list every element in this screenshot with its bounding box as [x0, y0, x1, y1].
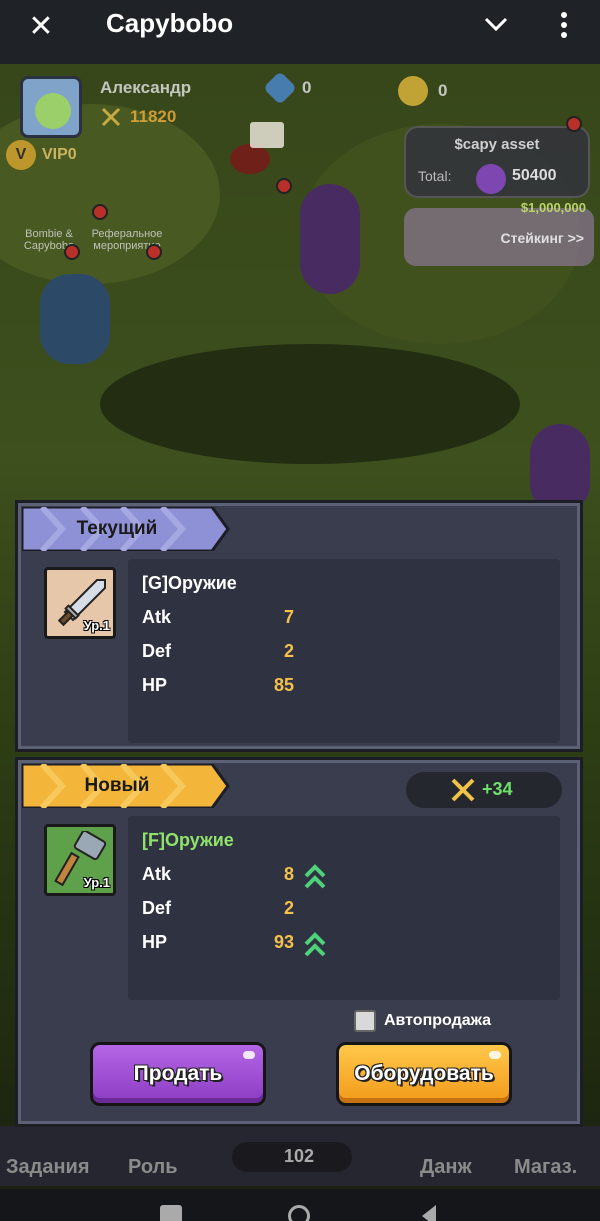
bottom-nav: Задания Роль 102 Данж Магаз.	[0, 1126, 600, 1186]
coin-icon	[398, 76, 428, 106]
stat-key: HP	[142, 932, 168, 952]
chevron-down-icon[interactable]	[480, 8, 512, 40]
staking-button[interactable]: $1,000,000 Стейкинг >>	[404, 200, 594, 266]
stat-key: Atk	[142, 607, 172, 627]
stat-row-atk: Atk 7	[142, 607, 342, 637]
stat-row-atk: Atk 8	[142, 864, 342, 894]
stat-key: Def	[142, 898, 172, 918]
stat-increase-icon	[304, 864, 326, 889]
notification-dot	[566, 116, 582, 132]
auto-sell-label: Автопродажа	[384, 1012, 492, 1029]
asset-title: $capy asset	[454, 136, 540, 153]
gem-icon	[263, 71, 297, 105]
notification-dot	[146, 244, 162, 260]
system-nav-bar	[0, 1189, 600, 1221]
stat-key: HP	[142, 675, 168, 695]
nav-shop[interactable]: Магаз.	[514, 1156, 577, 1179]
current-item-icon[interactable]: Ур.1	[44, 567, 116, 639]
carrot-counter: 102	[232, 1142, 352, 1172]
power-value: 11820	[130, 107, 177, 126]
equip-button-label: Оборудовать	[354, 1062, 494, 1085]
vip-icon: V	[6, 140, 36, 170]
stat-increase-icon	[304, 932, 326, 957]
staking-label: Стейкинг >>	[500, 230, 584, 246]
crossed-swords-icon	[451, 778, 475, 802]
nav-tasks[interactable]: Задания	[6, 1156, 90, 1179]
auto-sell-toggle[interactable]: Автопродажа	[354, 1010, 491, 1032]
stat-value: 2	[283, 898, 294, 918]
notification-dot	[276, 178, 292, 194]
new-item-panel: Новый +34 Ур.1 [F]Оружие Atk 8 Def 2 HP …	[15, 757, 583, 1127]
stat-row-hp: HP 93	[142, 932, 342, 962]
stat-value: 2	[283, 641, 294, 661]
app-bar: ✕ Capybobo	[0, 0, 600, 64]
asset-total-value: 50400	[512, 167, 557, 184]
more-vertical-icon[interactable]	[552, 8, 576, 42]
new-item-name: [F]Оружие	[142, 830, 234, 850]
mail-icon[interactable]	[250, 122, 284, 148]
crossed-swords-icon	[101, 107, 121, 127]
current-ribbon: Текущий	[22, 507, 236, 551]
coin-value: 0	[438, 81, 448, 100]
stat-row-hp: HP 85	[142, 675, 342, 705]
carrot-value: 102	[284, 1146, 315, 1166]
sell-button-label: Продать	[133, 1062, 223, 1085]
current-item-panel: Текущий Ур.1 [G]Оружие Atk 7 Def 2 HP 85	[15, 500, 583, 752]
stat-value: 7	[283, 607, 294, 627]
equip-button[interactable]: Оборудовать	[336, 1042, 512, 1106]
nav-role[interactable]: Роль	[128, 1156, 178, 1179]
power-display: 11820	[100, 106, 176, 128]
staking-amount: $1,000,000	[520, 200, 586, 215]
current-item-name: [G]Оружие	[142, 573, 237, 593]
stat-row-def: Def 2	[142, 898, 342, 928]
vip-badge[interactable]: V VIP0	[6, 140, 77, 170]
player-avatar[interactable]	[20, 76, 82, 138]
stat-value: 85	[273, 675, 294, 695]
new-ribbon: Новый	[22, 764, 236, 808]
notification-dot	[64, 244, 80, 260]
stat-value: 93	[273, 932, 294, 952]
current-label: Текущий	[76, 518, 158, 539]
nav-dungeon[interactable]: Данж	[420, 1156, 472, 1179]
stat-key: Def	[142, 641, 172, 661]
stat-key: Atk	[142, 864, 172, 884]
player-name: Александр	[100, 78, 192, 97]
sell-button[interactable]: Продать	[90, 1042, 266, 1106]
gem-value: 0	[302, 78, 312, 97]
power-delta-badge: +34	[406, 772, 562, 808]
recent-apps-icon[interactable]	[160, 1205, 182, 1221]
stat-row-def: Def 2	[142, 641, 342, 671]
capy-asset-card[interactable]: $capy asset Total: 50400	[404, 126, 590, 198]
stat-value: 8	[283, 864, 294, 884]
close-icon[interactable]: ✕	[24, 10, 58, 44]
coin-counter[interactable]: 0	[398, 76, 447, 106]
new-item-icon[interactable]: Ур.1	[44, 824, 116, 896]
capy-coin-icon	[476, 164, 506, 194]
gem-counter[interactable]: 0	[263, 71, 312, 105]
vip-label: VIP0	[42, 146, 77, 163]
power-delta-value: +34	[482, 779, 513, 799]
back-icon[interactable]	[422, 1205, 436, 1221]
app-title: Capybobo	[106, 8, 234, 38]
home-icon[interactable]	[288, 1205, 310, 1221]
notification-dot	[92, 204, 108, 220]
auto-sell-checkbox[interactable]	[354, 1010, 376, 1032]
asset-total-label: Total:	[418, 168, 452, 184]
item-level: Ур.1	[83, 618, 110, 633]
item-level: Ур.1	[83, 875, 110, 890]
new-label: Новый	[84, 775, 150, 796]
